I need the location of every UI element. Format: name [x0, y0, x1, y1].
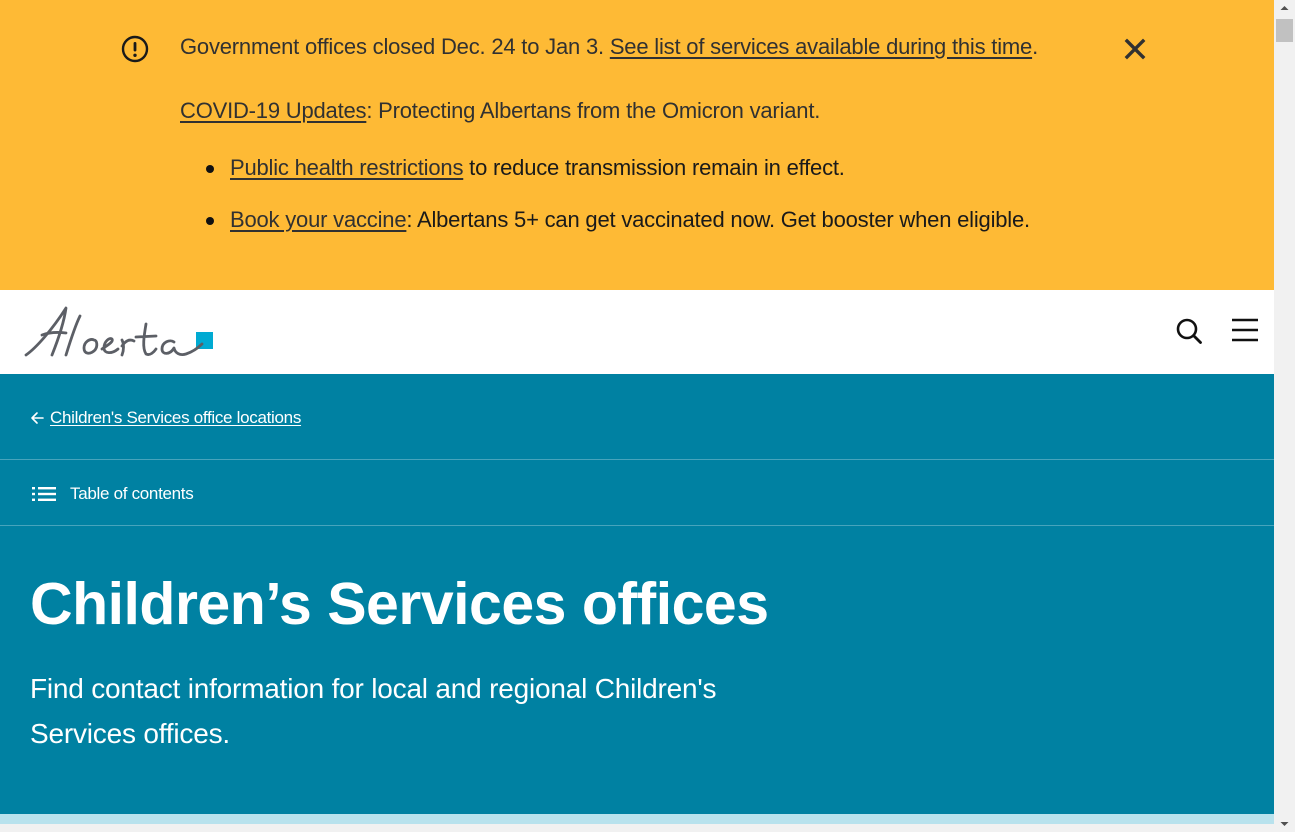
bullet-description: to reduce transmission remain in effect. — [463, 155, 845, 180]
divider — [0, 525, 1274, 526]
scrollbar[interactable] — [1274, 0, 1295, 832]
book-vaccine-link[interactable]: Book your vaccine — [230, 207, 407, 232]
search-icon[interactable] — [1174, 316, 1204, 346]
list-icon — [32, 487, 56, 501]
closure-suffix: . — [1032, 34, 1038, 59]
table-of-contents-toggle[interactable]: Table of contents — [32, 482, 194, 506]
back-link[interactable]: Children's Services office locations — [30, 406, 301, 430]
alert-banner: Government offices closed Dec. 24 to Jan… — [0, 0, 1274, 290]
hero-section: Children's Services office locations Tab… — [0, 374, 1274, 814]
scroll-thumb[interactable] — [1276, 19, 1293, 42]
close-icon[interactable] — [1122, 36, 1148, 62]
content-area — [0, 824, 1274, 832]
arrow-left-icon — [31, 412, 44, 424]
bullet-description: : Albertans 5+ can get vaccinated now. G… — [406, 207, 1030, 232]
closure-text: Government offices closed Dec. 24 to Jan… — [180, 34, 604, 59]
site-header — [0, 290, 1274, 374]
public-health-restrictions-link[interactable]: Public health restrictions — [230, 155, 463, 180]
toc-label: Table of contents — [70, 484, 194, 503]
bullet-dot — [206, 217, 214, 225]
page-title: Children’s Services offices — [30, 571, 769, 637]
alberta-logo[interactable] — [24, 304, 216, 360]
page-description: Find contact information for local and r… — [30, 673, 717, 749]
services-list-link[interactable]: See list of services available during th… — [610, 34, 1032, 59]
exclamation-circle-icon — [121, 35, 149, 63]
bullet-text: Book your vaccine: Albertans 5+ can get … — [230, 207, 1030, 233]
closure-notice: Government offices closed Dec. 24 to Jan… — [180, 34, 1038, 60]
hamburger-menu-icon[interactable] — [1230, 316, 1260, 346]
bullet-dot — [206, 165, 214, 173]
covid-notice: COVID-19 Updates: Protecting Albertans f… — [180, 98, 820, 124]
page: Government offices closed Dec. 24 to Jan… — [0, 0, 1274, 832]
back-link-label: Children's Services office locations — [50, 408, 302, 427]
divider — [0, 459, 1274, 460]
scroll-up-arrow-icon[interactable] — [1274, 0, 1295, 17]
covid-updates-link[interactable]: COVID-19 Updates — [180, 98, 367, 123]
hero-bottom-band — [0, 814, 1274, 824]
bullet-text: Public health restrictions to reduce tra… — [230, 155, 845, 181]
scroll-down-arrow-icon[interactable] — [1274, 815, 1295, 832]
covid-text: : Protecting Albertans from the Omicron … — [366, 98, 821, 123]
